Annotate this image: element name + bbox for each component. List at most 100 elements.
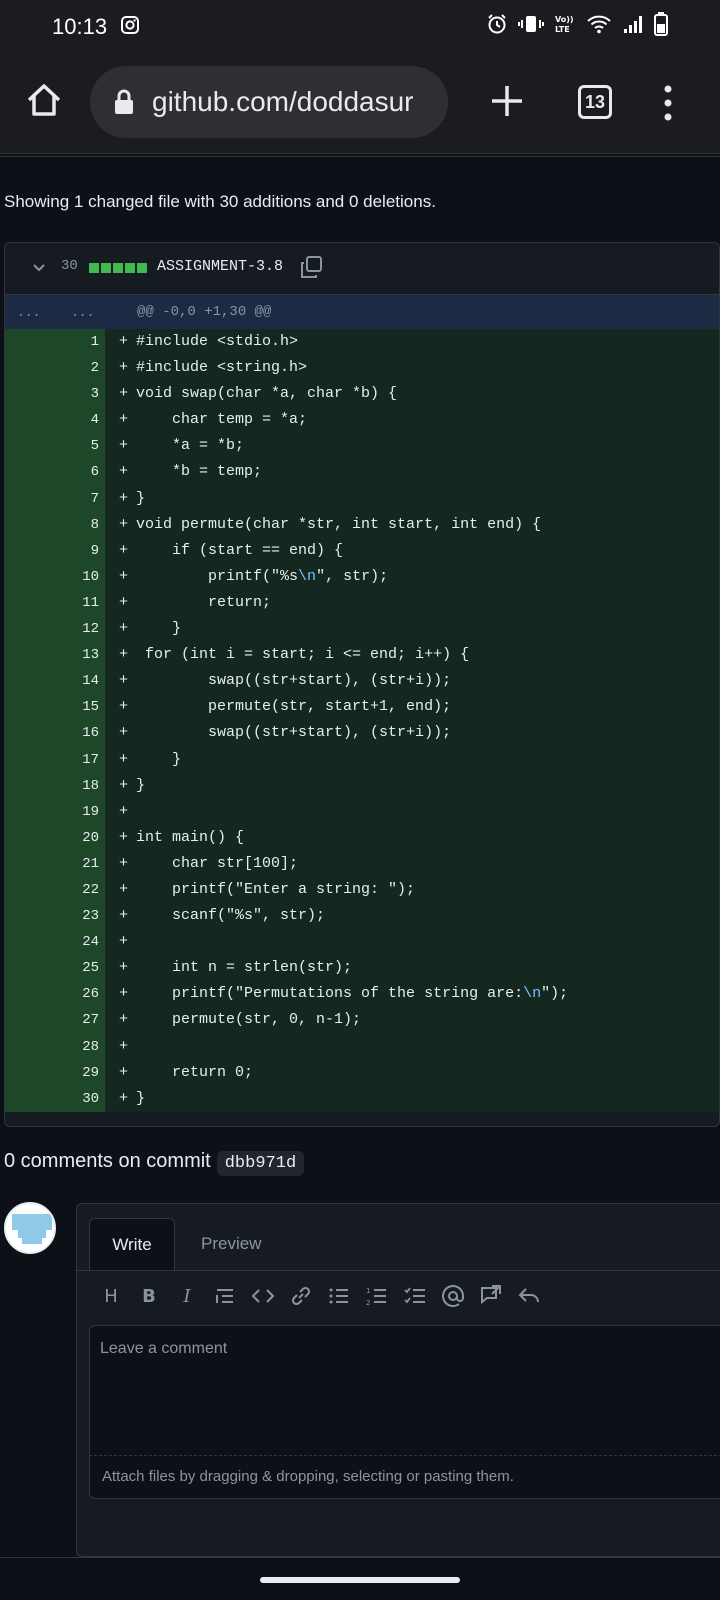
gesture-home-bar[interactable]: [260, 1577, 460, 1583]
url-text: github.com/doddasur: [152, 86, 414, 117]
code-text: void swap(char *a, char *b) {: [136, 385, 398, 403]
tab-preview[interactable]: Preview: [187, 1218, 275, 1270]
new-line-number[interactable]: 10: [57, 563, 105, 590]
addition-marker: +: [119, 646, 129, 664]
new-line-number[interactable]: 18: [57, 772, 105, 799]
new-line-number[interactable]: 11: [57, 589, 105, 617]
new-line-number[interactable]: 13: [57, 642, 105, 669]
code-text: void permute(char *str, int start, int e…: [136, 515, 542, 533]
line-content: +}: [105, 772, 719, 799]
numbered-list-icon[interactable]: 12: [365, 1284, 389, 1308]
alarm-icon: [488, 14, 506, 34]
new-line-number[interactable]: 9: [57, 537, 105, 564]
old-line-number: [5, 772, 57, 799]
code-text: }: [136, 1089, 146, 1107]
reply-icon[interactable]: [517, 1284, 541, 1308]
bulleted-list-icon[interactable]: [327, 1284, 351, 1308]
line-content: + return;: [105, 589, 719, 617]
new-line-number[interactable]: 3: [57, 381, 105, 408]
task-list-icon[interactable]: [403, 1284, 427, 1308]
comment-textarea[interactable]: Leave a comment: [89, 1325, 720, 1455]
new-line-number[interactable]: 14: [57, 668, 105, 695]
signal-icon: [624, 16, 642, 33]
new-tab-icon[interactable]: [488, 82, 526, 120]
new-line-number[interactable]: 28: [57, 1033, 105, 1060]
new-line-number[interactable]: 2: [57, 355, 105, 382]
commit-sha[interactable]: dbb971d: [216, 1151, 305, 1176]
link-icon[interactable]: [289, 1284, 313, 1308]
new-line-number[interactable]: 19: [57, 798, 105, 825]
lock-icon: [115, 89, 133, 114]
new-line-number[interactable]: 22: [57, 876, 105, 904]
addition-marker: +: [119, 385, 129, 403]
mention-icon[interactable]: [441, 1284, 465, 1308]
attach-files-bar[interactable]: Attach files by dragging & dropping, sel…: [89, 1455, 720, 1499]
new-line-number[interactable]: 23: [57, 903, 105, 930]
new-line-number[interactable]: 7: [57, 485, 105, 512]
address-bar[interactable]: github.com/doddasur: [90, 66, 448, 138]
old-line-number: [5, 459, 57, 486]
diff-line: 26 + printf("Permutations of the string a…: [5, 981, 719, 1008]
new-line-number[interactable]: 6: [57, 459, 105, 486]
new-line-number[interactable]: 5: [57, 433, 105, 460]
diff-line: 23 + scanf("%s", str);: [5, 903, 719, 930]
code-icon[interactable]: [251, 1284, 275, 1308]
addition-marker: +: [119, 1011, 129, 1029]
diff-line: 8 + void permute(char *str, int start, int…: [5, 511, 719, 538]
new-line-number[interactable]: 26: [57, 981, 105, 1008]
copy-icon[interactable]: [299, 255, 323, 279]
new-line-number[interactable]: 25: [57, 955, 105, 982]
expand-down-button[interactable]: ...: [71, 305, 94, 320]
diff-summary: Showing 1 changed file with 30 additions…: [4, 192, 436, 211]
tab-write[interactable]: Write: [89, 1218, 175, 1270]
new-line-number[interactable]: 17: [57, 746, 105, 773]
avatar[interactable]: [4, 1202, 56, 1254]
new-line-number[interactable]: 15: [57, 694, 105, 721]
cross-reference-icon[interactable]: [479, 1284, 503, 1308]
new-line-number[interactable]: 27: [57, 1007, 105, 1034]
italic-icon[interactable]: I: [175, 1284, 199, 1308]
file-change-count: 30: [61, 258, 78, 274]
volte-icon: Vo))LTE: [555, 15, 574, 34]
line-content: + printf("Permutations of the string are…: [105, 981, 719, 1008]
diff-line: 21 + char str[100];: [5, 850, 719, 877]
line-content: +: [105, 929, 719, 956]
new-line-number[interactable]: 29: [57, 1059, 105, 1086]
addition-marker: +: [119, 489, 129, 507]
quote-icon[interactable]: [213, 1284, 237, 1308]
chevron-down-icon[interactable]: [31, 259, 47, 275]
old-line-number: [5, 329, 57, 356]
code-text: swap((str+start), (str+i));: [136, 672, 452, 690]
heading-icon[interactable]: H: [99, 1284, 123, 1308]
code-text: }: [136, 620, 182, 638]
new-line-number[interactable]: 12: [57, 616, 105, 643]
code-text: }: [136, 489, 146, 507]
new-line-number[interactable]: 8: [57, 511, 105, 538]
file-header: 30 ASSIGNMENT-3.8: [5, 243, 719, 295]
old-line-number: [5, 616, 57, 643]
file-name[interactable]: ASSIGNMENT-3.8: [157, 258, 283, 275]
tab-switcher-button[interactable]: 13: [578, 85, 612, 119]
code-text: permute(str, start+1, end);: [136, 698, 452, 716]
diff-line: 5 + *a = *b;: [5, 433, 719, 460]
bold-icon[interactable]: B: [137, 1284, 161, 1308]
home-icon[interactable]: [24, 80, 64, 120]
expand-up-button[interactable]: ...: [17, 305, 40, 320]
new-line-number[interactable]: 16: [57, 720, 105, 747]
markdown-toolbar: H B I 12: [99, 1284, 541, 1308]
addition-marker: +: [119, 933, 129, 951]
overflow-menu-icon[interactable]: [658, 84, 678, 122]
code-text: scanf("%s", str);: [136, 907, 326, 925]
new-line-number[interactable]: 1: [57, 329, 105, 356]
code-text: printf("Permutations of the string are:\…: [136, 985, 569, 1003]
new-line-number[interactable]: 30: [57, 1085, 105, 1112]
new-line-number[interactable]: 21: [57, 850, 105, 877]
diff-line: 10 + printf("%s\n", str);: [5, 563, 719, 590]
old-line-number: [5, 668, 57, 695]
new-line-number[interactable]: 24: [57, 929, 105, 956]
line-content: +: [105, 1033, 719, 1060]
new-line-number[interactable]: 20: [57, 824, 105, 851]
diff-line: 28 +: [5, 1033, 719, 1060]
new-line-number[interactable]: 4: [57, 407, 105, 434]
line-content: + swap((str+start), (str+i));: [105, 720, 719, 747]
